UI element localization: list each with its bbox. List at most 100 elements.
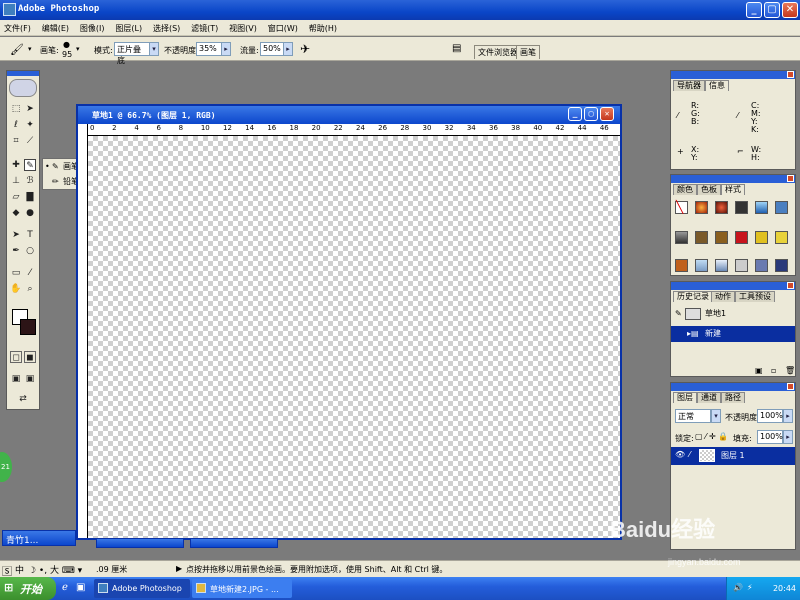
panel-caption[interactable] [671, 71, 795, 79]
tab-history[interactable]: 历史记录 [673, 291, 713, 302]
panel-close-icon[interactable] [787, 383, 794, 390]
volume-icon[interactable]: 🔊 [733, 583, 743, 592]
tab-paths[interactable]: 路径 [721, 392, 745, 403]
document-titlebar[interactable]: 草地1 @ 66.7% (图层 1, RGB) _ ▢ ✕ [78, 106, 620, 124]
clock[interactable]: 20:44 [773, 584, 796, 593]
quicklaunch-ie-icon[interactable]: ℯ [62, 582, 68, 593]
panel-close-icon[interactable] [787, 175, 794, 182]
stamp-icon[interactable]: ⊥ [10, 175, 22, 187]
blend-dropdown-icon[interactable]: ▾ [711, 409, 721, 423]
tab-tool-presets[interactable]: 工具预设 [735, 291, 775, 302]
transparent-canvas[interactable] [88, 136, 620, 538]
new-doc-from-state-icon[interactable]: ▣ [755, 366, 763, 375]
trash-icon[interactable]: 🗑 [785, 366, 795, 375]
style-swatch[interactable] [735, 201, 748, 214]
tab-info[interactable]: 信息 [705, 80, 729, 91]
adobe-online-icon[interactable] [9, 79, 37, 97]
ime-icons[interactable]: ☽ •, 大 ⌨ ▾ [28, 563, 82, 576]
eraser-icon[interactable]: ▱ [10, 191, 22, 203]
menu-select[interactable]: 选择(S) [149, 20, 184, 34]
standard-mode-icon[interactable]: ◻ [10, 351, 22, 363]
ime-toolbar[interactable]: 🅂 [2, 563, 12, 578]
path-select-icon[interactable]: ➤ [10, 229, 22, 241]
style-swatch[interactable] [715, 201, 728, 214]
flow-input[interactable]: 50% [260, 42, 284, 56]
style-swatch[interactable] [675, 259, 688, 272]
type-icon[interactable]: T [24, 229, 36, 241]
healing-icon[interactable]: ✚ [10, 159, 22, 171]
style-none[interactable]: ╲ [675, 200, 688, 214]
shape-icon[interactable]: ○ [24, 245, 36, 257]
tab-file-browser[interactable]: 文件浏览器 [474, 45, 522, 59]
history-snapshot[interactable]: ✎ 草地1 [671, 306, 795, 322]
slice-icon[interactable]: ⟋ [24, 135, 36, 147]
panel-close-icon[interactable] [787, 282, 794, 289]
style-swatch[interactable] [735, 259, 748, 272]
gradient-icon[interactable]: ▇ [24, 191, 36, 203]
tab-styles[interactable]: 样式 [721, 184, 745, 195]
lasso-icon[interactable]: ℓ [10, 119, 22, 131]
style-swatch[interactable] [775, 201, 788, 214]
menu-help[interactable]: 帮助(H) [305, 20, 341, 34]
style-swatch[interactable] [775, 231, 788, 244]
panel-caption[interactable] [671, 175, 795, 183]
brush-picker-arrow-icon[interactable]: ▾ [76, 45, 80, 53]
style-swatch[interactable] [755, 201, 768, 214]
panel-caption[interactable] [671, 383, 795, 391]
opacity-input[interactable]: 35% [196, 42, 222, 56]
history-item[interactable]: ▸▤ 新建 [671, 326, 795, 342]
new-snapshot-icon[interactable]: ▫ [771, 366, 776, 375]
panel-close-icon[interactable] [787, 71, 794, 78]
ruler-horizontal[interactable]: 0 2 4 6 8 10 12 14 16 18 20 22 24 26 28 30 32 34 36 38 40 42 4… [88, 124, 620, 136]
pen-icon[interactable]: ✒ [10, 245, 22, 257]
tab-layers[interactable]: 图层 [673, 392, 697, 403]
hand-icon[interactable]: ✋ [10, 283, 22, 295]
style-swatch[interactable] [675, 231, 688, 244]
style-swatch[interactable] [715, 259, 728, 272]
menu-layer[interactable]: 图层(L) [111, 20, 146, 34]
layer-opacity-input[interactable]: 100% [757, 409, 783, 423]
doc-close-button[interactable]: ✕ [600, 107, 614, 121]
style-swatch[interactable] [695, 231, 708, 244]
task-image-viewer[interactable]: 草地新建2.JPG - ... [192, 579, 292, 598]
doc-maximize-button[interactable]: ▢ [584, 107, 598, 121]
background-color-swatch[interactable] [20, 319, 36, 335]
tool-preset-arrow-icon[interactable]: ▾ [28, 45, 32, 53]
minimized-doc-3[interactable] [190, 538, 278, 548]
style-swatch[interactable] [695, 201, 708, 214]
jump-to-imageready-icon[interactable]: ⇄ [10, 393, 36, 405]
style-swatch[interactable] [715, 231, 728, 244]
tab-color[interactable]: 颜色 [673, 184, 697, 195]
style-swatch[interactable] [735, 231, 748, 244]
brush-size[interactable]: 95 [62, 50, 72, 59]
doc-minimize-button[interactable]: _ [568, 107, 582, 121]
start-button[interactable]: ⊞ 开始 [0, 577, 56, 600]
menu-file[interactable]: 文件(F) [0, 20, 35, 34]
tab-brushes[interactable]: 画笔 [516, 45, 540, 59]
close-button[interactable]: ✕ [782, 2, 798, 18]
brush-icon[interactable]: ✎ [24, 159, 36, 171]
style-swatch[interactable] [695, 259, 708, 272]
tab-actions[interactable]: 动作 [711, 291, 735, 302]
blend-mode-select[interactable]: 正常 [675, 409, 711, 423]
ruler-vertical[interactable] [78, 124, 88, 538]
menu-window[interactable]: 窗口(W) [264, 20, 302, 34]
tab-swatches[interactable]: 色板 [697, 184, 721, 195]
style-swatch[interactable] [755, 231, 768, 244]
notes-icon[interactable]: ▭ [10, 267, 22, 279]
tab-navigator[interactable]: 导航器 [673, 80, 705, 91]
style-swatch[interactable] [755, 259, 768, 272]
mode-select[interactable]: 正片叠底 [114, 42, 150, 65]
fill-input[interactable]: 100% [757, 430, 783, 444]
style-swatch[interactable] [775, 259, 788, 272]
mode-dropdown-icon[interactable]: ▾ [149, 42, 159, 56]
toolbox-caption[interactable] [7, 71, 39, 76]
tab-channels[interactable]: 通道 [697, 392, 721, 403]
minimized-doc[interactable]: 青竹1... [2, 530, 76, 546]
zoom-icon[interactable]: ⌕ [24, 283, 36, 295]
layer-opacity-slider-icon[interactable]: ▸ [783, 409, 793, 423]
marquee-icon[interactable]: ⬚ [10, 103, 22, 115]
layer-row[interactable]: 👁 ⁄ 图层 1 [671, 447, 795, 465]
screen-mode-full-icon[interactable]: ▣ [24, 373, 36, 385]
screen-mode-standard-icon[interactable]: ▣ [10, 373, 22, 385]
